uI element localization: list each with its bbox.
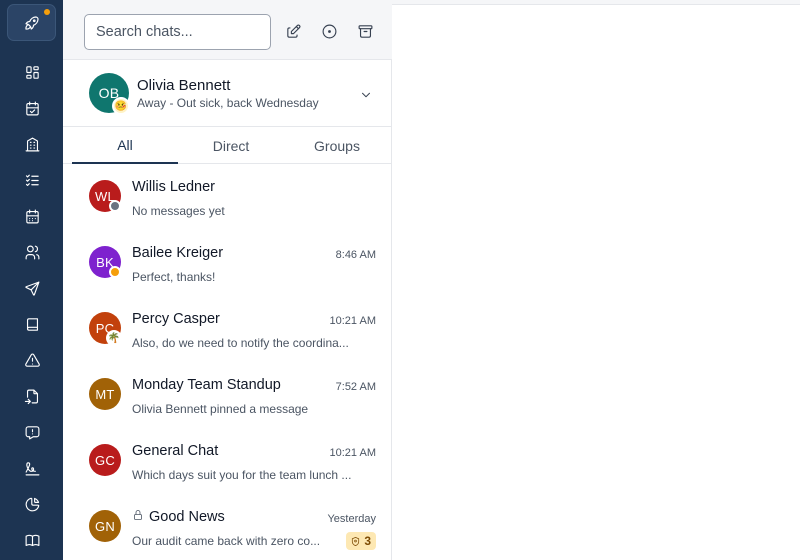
archive-icon <box>358 24 372 38</box>
chat-name-text: Monday Team Standup <box>132 377 281 393</box>
send-icon <box>24 281 39 296</box>
chat-list-panel: OB 🤒 Olivia Bennett Away - Out sick, bac… <box>63 0 392 560</box>
chat-time: 10:21 AM <box>329 315 376 327</box>
book-icon <box>26 317 38 331</box>
unread-count: 3 <box>364 534 371 548</box>
tab-direct[interactable]: Direct <box>178 127 284 164</box>
nav-reports[interactable] <box>20 492 44 516</box>
chat-item-bailee-kreiger[interactable]: BK Bailee Kreiger 8:46 AM Perfect, thank… <box>63 235 392 301</box>
chat-preview: Our audit came back with zero co... <box>132 534 321 548</box>
nav-messages[interactable] <box>20 276 44 300</box>
chat-preview: Perfect, thanks! <box>132 270 216 284</box>
presence-offline-indicator <box>109 200 121 212</box>
nav-schedule[interactable] <box>20 96 44 120</box>
profile-status: Away - Out sick, back Wednesday <box>137 96 319 110</box>
chat-time: 7:52 AM <box>335 381 376 393</box>
set-status-button[interactable] <box>318 20 340 42</box>
chat-preview: Also, do we need to notify the coordina.… <box>132 336 349 350</box>
nav-signatures[interactable] <box>20 456 44 480</box>
avatar: MT <box>89 378 121 410</box>
users-icon <box>25 245 39 259</box>
checklist-icon <box>25 174 39 186</box>
chat-preview: Olivia Bennett pinned a message <box>132 402 309 416</box>
chat-time: 10:21 AM <box>329 447 376 459</box>
chat-name-text: Willis Ledner <box>132 179 215 195</box>
chat-item-monday-team-standup[interactable]: MT Monday Team Standup 7:52 AM Olivia Be… <box>63 367 392 433</box>
chat-preview: Which days suit you for the team lunch .… <box>132 468 352 482</box>
chat-name-text: Good News <box>149 509 225 525</box>
notification-dot <box>44 9 50 15</box>
nav-buildings[interactable] <box>20 132 44 156</box>
conversation-pane <box>392 0 800 560</box>
chat-item-good-news[interactable]: GN Good News Yesterday Our audit came ba… <box>63 499 392 560</box>
lock-icon <box>132 509 144 525</box>
chat-filter-tabs: All Direct Groups <box>63 127 392 164</box>
search-chats-input[interactable] <box>84 14 271 50</box>
signature-icon <box>25 461 39 475</box>
book-open-icon <box>25 534 39 546</box>
chat-item-general-chat[interactable]: GC General Chat 10:21 AM Which days suit… <box>63 433 392 499</box>
nav-documents[interactable] <box>20 384 44 408</box>
warning-icon <box>24 353 40 367</box>
new-chat-button[interactable] <box>282 20 304 42</box>
status-emoji-icon: 🤒 <box>112 97 130 115</box>
chat-item-willis-ledner[interactable]: WL Willis Ledner No messages yet <box>63 169 392 235</box>
chat-preview: No messages yet <box>132 204 225 218</box>
nav-feedback[interactable] <box>20 420 44 444</box>
chat-name: Bailee Kreiger <box>132 245 223 261</box>
avatar-initials: GN <box>95 518 115 534</box>
unread-mention-badge: 3 <box>346 532 376 550</box>
compose-icon <box>286 24 300 38</box>
chevron-down-icon[interactable] <box>359 88 373 102</box>
palm-tree-icon: 🌴 <box>106 330 122 346</box>
status-circle-icon <box>322 24 336 38</box>
current-user-profile[interactable]: OB 🤒 Olivia Bennett Away - Out sick, bac… <box>63 60 392 127</box>
chat-name-text: Bailee Kreiger <box>132 245 224 261</box>
building-icon <box>25 137 39 151</box>
chat-toolbar <box>63 0 392 60</box>
file-import-icon <box>24 389 38 404</box>
tab-groups[interactable]: Groups <box>284 127 390 164</box>
home-button[interactable] <box>7 4 56 41</box>
calendar-check-icon <box>25 101 39 115</box>
avatar-initials: MT <box>95 386 115 402</box>
presence-away-indicator <box>109 266 121 278</box>
avatar-initials: GC <box>95 452 115 468</box>
chat-name: Monday Team Standup <box>132 377 281 393</box>
chat-name-text: Percy Casper <box>132 311 220 327</box>
archive-button[interactable] <box>354 20 376 42</box>
chat-item-percy-casper[interactable]: PC 🌴 Percy Casper 10:21 AM Also, do we n… <box>63 301 392 367</box>
chat-time: 8:46 AM <box>335 249 376 261</box>
nav-handbook[interactable] <box>20 312 44 336</box>
message-alert-icon <box>25 425 39 439</box>
chat-name: General Chat <box>132 443 218 459</box>
avatar: GC <box>89 444 121 476</box>
conversation-header <box>392 0 800 5</box>
nav-rail <box>0 0 63 560</box>
chat-name: Willis Ledner <box>132 179 215 195</box>
nav-dashboard[interactable] <box>20 60 44 84</box>
nav-knowledge-base[interactable] <box>20 528 44 552</box>
chat-name: Percy Casper <box>132 311 220 327</box>
avatar: GN <box>89 510 121 542</box>
nav-people[interactable] <box>20 240 44 264</box>
rocket-icon <box>24 15 39 30</box>
dashboard-icon <box>25 65 39 79</box>
nav-calendar[interactable] <box>20 204 44 228</box>
pie-chart-icon <box>25 497 39 511</box>
nav-tasks[interactable] <box>20 168 44 192</box>
calendar-icon <box>25 209 39 223</box>
mention-shield-icon <box>352 536 360 546</box>
nav-incidents[interactable] <box>20 348 44 372</box>
chat-time: Yesterday <box>327 513 376 525</box>
chat-name-text: General Chat <box>132 443 219 459</box>
tab-all[interactable]: All <box>72 127 178 164</box>
profile-name: Olivia Bennett <box>137 77 231 94</box>
chat-name: Good News <box>132 509 225 525</box>
